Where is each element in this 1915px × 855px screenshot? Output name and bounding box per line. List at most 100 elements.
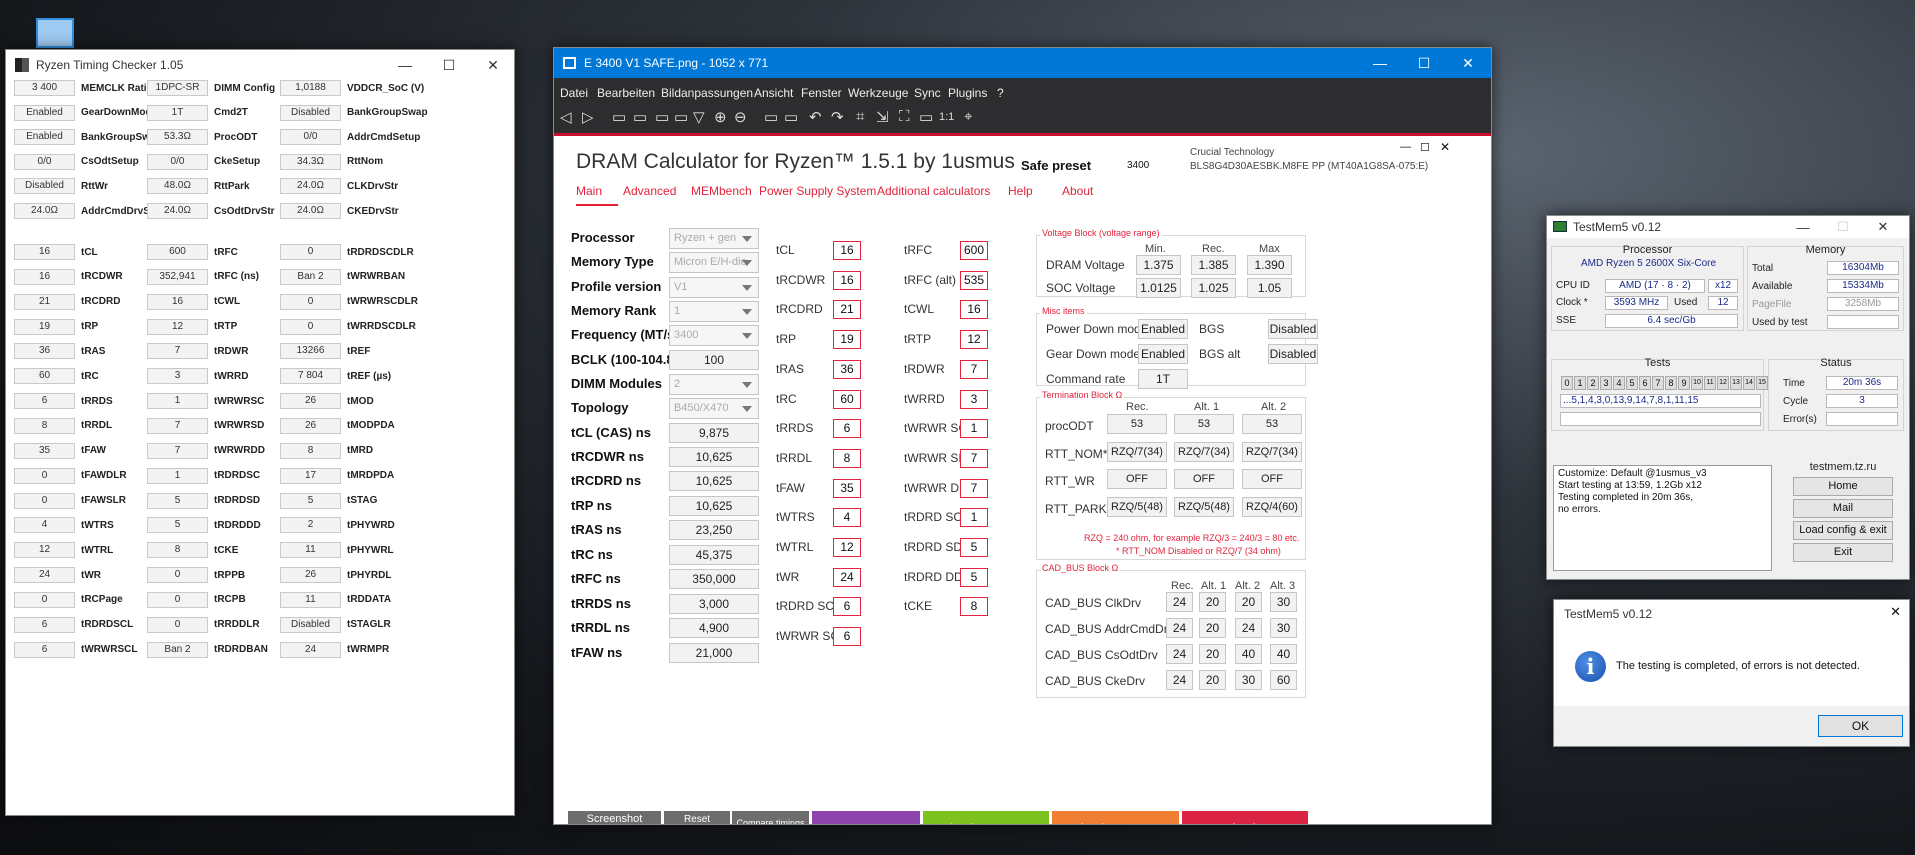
test-number[interactable]: 3 bbox=[1600, 376, 1612, 390]
toolbar-button-icon[interactable]: ⛶ bbox=[899, 108, 910, 125]
test-number[interactable]: 4 bbox=[1613, 376, 1625, 390]
maximize-icon[interactable]: ☐ bbox=[1402, 48, 1446, 78]
dropdown[interactable]: 1 bbox=[669, 301, 759, 322]
toolbar-button-icon[interactable]: ⌗ bbox=[856, 108, 864, 125]
close-icon[interactable]: ✕ bbox=[1890, 604, 1901, 620]
toolbar-button-icon[interactable]: ▭ bbox=[784, 108, 798, 126]
test-number[interactable]: 7 bbox=[1652, 376, 1664, 390]
test-number[interactable]: 1 bbox=[1574, 376, 1586, 390]
dropdown[interactable]: 2 bbox=[669, 374, 759, 395]
tab-about[interactable]: About bbox=[1062, 184, 1093, 198]
tab-advanced[interactable]: Advanced bbox=[623, 184, 676, 198]
test-number[interactable]: 14 bbox=[1743, 376, 1755, 390]
toolbar-button-icon[interactable]: ▭ bbox=[655, 108, 669, 126]
toolbar-button-icon[interactable]: ↷ bbox=[831, 108, 844, 126]
close-icon[interactable]: ✕ bbox=[1446, 48, 1490, 78]
menu-item[interactable]: Plugins bbox=[948, 86, 987, 100]
toolbar-button-icon[interactable]: ↶ bbox=[809, 108, 822, 126]
input-field[interactable]: 10,625 bbox=[669, 447, 759, 467]
inner-minimize-icon[interactable]: — bbox=[1400, 141, 1411, 153]
minimize-icon[interactable]: — bbox=[1358, 48, 1402, 78]
test-number[interactable]: 2 bbox=[1587, 376, 1599, 390]
minimize-icon[interactable]: — bbox=[383, 50, 427, 80]
reset-button[interactable]: Reset bbox=[664, 811, 730, 824]
input-field[interactable]: 10,625 bbox=[669, 471, 759, 491]
tab-help[interactable]: Help bbox=[1008, 184, 1033, 198]
inner-close-icon[interactable]: ✕ bbox=[1440, 140, 1450, 154]
desktop-app-icon[interactable] bbox=[36, 18, 74, 48]
input-field[interactable]: 21,000 bbox=[669, 643, 759, 663]
toolbar-button-icon[interactable]: 1:1 bbox=[939, 111, 954, 123]
tab-power-supply-system[interactable]: Power Supply System bbox=[759, 184, 876, 198]
test-number[interactable]: 0 bbox=[1561, 376, 1573, 390]
used-value: 12 bbox=[1708, 296, 1738, 310]
test-number[interactable]: 11 bbox=[1704, 376, 1716, 390]
load-config-exit-button[interactable]: Load config & exit bbox=[1793, 521, 1893, 540]
dropdown[interactable]: V1 bbox=[669, 277, 759, 298]
toolbar-button-icon[interactable]: ▭ bbox=[764, 108, 778, 126]
input-field[interactable]: 23,250 bbox=[669, 520, 759, 540]
toolbar-button-icon[interactable]: ▭ bbox=[919, 108, 933, 126]
r-xmp-button[interactable]: R - XMP bbox=[812, 811, 920, 824]
tab-additional-calculators[interactable]: Additional calculators bbox=[877, 184, 990, 198]
minimize-icon[interactable]: — bbox=[1783, 216, 1823, 238]
menu-item[interactable]: Bearbeiten bbox=[597, 86, 655, 100]
test-number[interactable]: 10 bbox=[1691, 376, 1703, 390]
inner-maximize-icon[interactable]: ☐ bbox=[1420, 141, 1430, 154]
compare-timings-button[interactable]: Compare timings(ON/OFF) bbox=[732, 811, 809, 824]
exit-button[interactable]: Exit bbox=[1793, 543, 1893, 562]
dropdown[interactable]: 3400 bbox=[669, 325, 759, 346]
input-field[interactable]: 4,900 bbox=[669, 618, 759, 638]
input-field[interactable]: 3,000 bbox=[669, 594, 759, 614]
calculate-fast-button[interactable]: Calculate FAST bbox=[1052, 811, 1179, 824]
menu-item[interactable]: ? bbox=[997, 86, 1004, 100]
mail-button[interactable]: Mail bbox=[1793, 499, 1893, 518]
menu-item[interactable]: Fenster bbox=[801, 86, 842, 100]
tab-main[interactable]: Main bbox=[576, 184, 602, 198]
toolbar-button-icon[interactable]: ▷ bbox=[582, 108, 594, 126]
test-number[interactable]: 13 bbox=[1730, 376, 1742, 390]
home-button[interactable]: Home bbox=[1793, 477, 1893, 496]
viewer-titlebar[interactable]: E 3400 V1 SAFE.png - 1052 x 771 — ☐ ✕ bbox=[554, 48, 1491, 78]
menu-item[interactable]: Sync bbox=[914, 86, 941, 100]
toolbar-button-icon[interactable]: ⇲ bbox=[876, 108, 889, 126]
toolbar-button-icon[interactable]: ⌖ bbox=[964, 108, 972, 125]
ok-button[interactable]: OK bbox=[1818, 715, 1903, 737]
close-icon[interactable]: ✕ bbox=[1863, 216, 1903, 238]
testmem-titlebar[interactable]: TestMem5 v0.12 — ☐ ✕ bbox=[1547, 216, 1909, 238]
input-field[interactable]: 350,000 bbox=[669, 569, 759, 589]
dropdown[interactable]: Micron E/H-die bbox=[669, 252, 759, 273]
toolbar-button-icon[interactable]: ◁ bbox=[560, 108, 572, 126]
test-number[interactable]: 6 bbox=[1639, 376, 1651, 390]
menu-item[interactable]: Bildanpassungen bbox=[661, 86, 753, 100]
dropdown[interactable]: Ryzen + gen bbox=[669, 228, 759, 249]
test-number[interactable]: 9 bbox=[1678, 376, 1690, 390]
toolbar-button-icon[interactable]: ▭ bbox=[633, 108, 647, 126]
screenshot-button[interactable]: Screenshot bbox=[568, 811, 661, 824]
menu-item[interactable]: Ansicht bbox=[754, 86, 793, 100]
test-number[interactable]: 8 bbox=[1665, 376, 1677, 390]
dropdown[interactable]: B450/X470 bbox=[669, 398, 759, 419]
toolbar-button-icon[interactable]: ⊕ bbox=[714, 108, 727, 126]
toolbar-button-icon[interactable]: ▭ bbox=[612, 108, 626, 126]
calculate-extreme-button[interactable]: Calculate EXTREME bbox=[1182, 811, 1308, 824]
calculate-safe-button[interactable]: Calculate SAFE bbox=[923, 811, 1049, 824]
input-field[interactable]: 10,625 bbox=[669, 496, 759, 516]
input-field[interactable]: 100 bbox=[669, 350, 759, 370]
test-number[interactable]: 15 bbox=[1756, 376, 1768, 390]
toolbar-button-icon[interactable]: ▭ bbox=[674, 108, 688, 126]
input-field[interactable]: 45,375 bbox=[669, 545, 759, 565]
menu-item[interactable]: Werkzeuge bbox=[848, 86, 908, 100]
tab-membench[interactable]: MEMbench bbox=[691, 184, 752, 198]
rtc-titlebar[interactable]: Ryzen Timing Checker 1.05 — ☐ ✕ bbox=[6, 50, 514, 80]
toolbar-button-icon[interactable]: ▽ bbox=[693, 108, 705, 126]
cad-value: 40 bbox=[1235, 644, 1262, 664]
test-number[interactable]: 5 bbox=[1626, 376, 1638, 390]
input-field[interactable]: 9,875 bbox=[669, 423, 759, 443]
test-number[interactable]: 12 bbox=[1717, 376, 1729, 390]
rtc-field: 0 tRPPB bbox=[147, 567, 245, 584]
maximize-icon[interactable]: ☐ bbox=[427, 50, 471, 80]
menu-item[interactable]: Datei bbox=[560, 86, 588, 100]
toolbar-button-icon[interactable]: ⊖ bbox=[734, 108, 747, 126]
close-icon[interactable]: ✕ bbox=[471, 50, 514, 80]
